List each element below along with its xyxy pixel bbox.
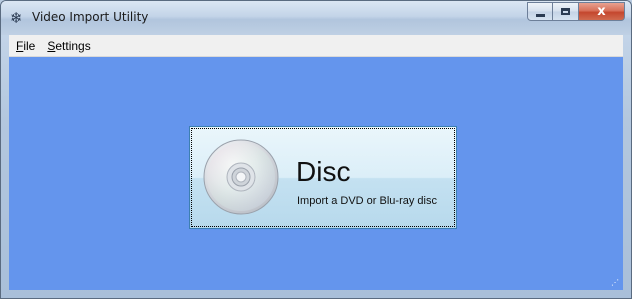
- main-content: Disc Import a DVD or Blu-ray disc ⋰: [9, 57, 623, 290]
- minimize-button[interactable]: [527, 2, 553, 21]
- disc-icon: [203, 139, 279, 215]
- import-disc-button[interactable]: Disc Import a DVD or Blu-ray disc: [189, 126, 457, 229]
- window-title: Video Import Utility: [32, 10, 149, 24]
- menu-settings[interactable]: Settings: [42, 39, 95, 53]
- maximize-icon: [561, 8, 570, 15]
- menu-settings-label: ettings: [55, 38, 91, 53]
- app-window: ❄ Video Import Utility x File Settings D…: [0, 0, 632, 299]
- disc-button-title: Disc: [296, 156, 351, 187]
- menu-bar: File Settings: [9, 35, 623, 57]
- resize-grip-icon[interactable]: ⋰: [611, 278, 621, 288]
- maximize-button[interactable]: [553, 2, 579, 21]
- menu-file-label: ile: [23, 38, 36, 53]
- close-icon: x: [597, 4, 606, 19]
- snowflake-icon: ❄: [10, 9, 23, 27]
- window-controls: x: [527, 2, 625, 22]
- disc-button-subtitle: Import a DVD or Blu-ray disc: [297, 195, 437, 207]
- title-bar[interactable]: ❄ Video Import Utility x: [1, 1, 631, 35]
- menu-file[interactable]: File: [11, 39, 40, 53]
- close-button[interactable]: x: [579, 2, 625, 21]
- minimize-icon: [535, 13, 545, 17]
